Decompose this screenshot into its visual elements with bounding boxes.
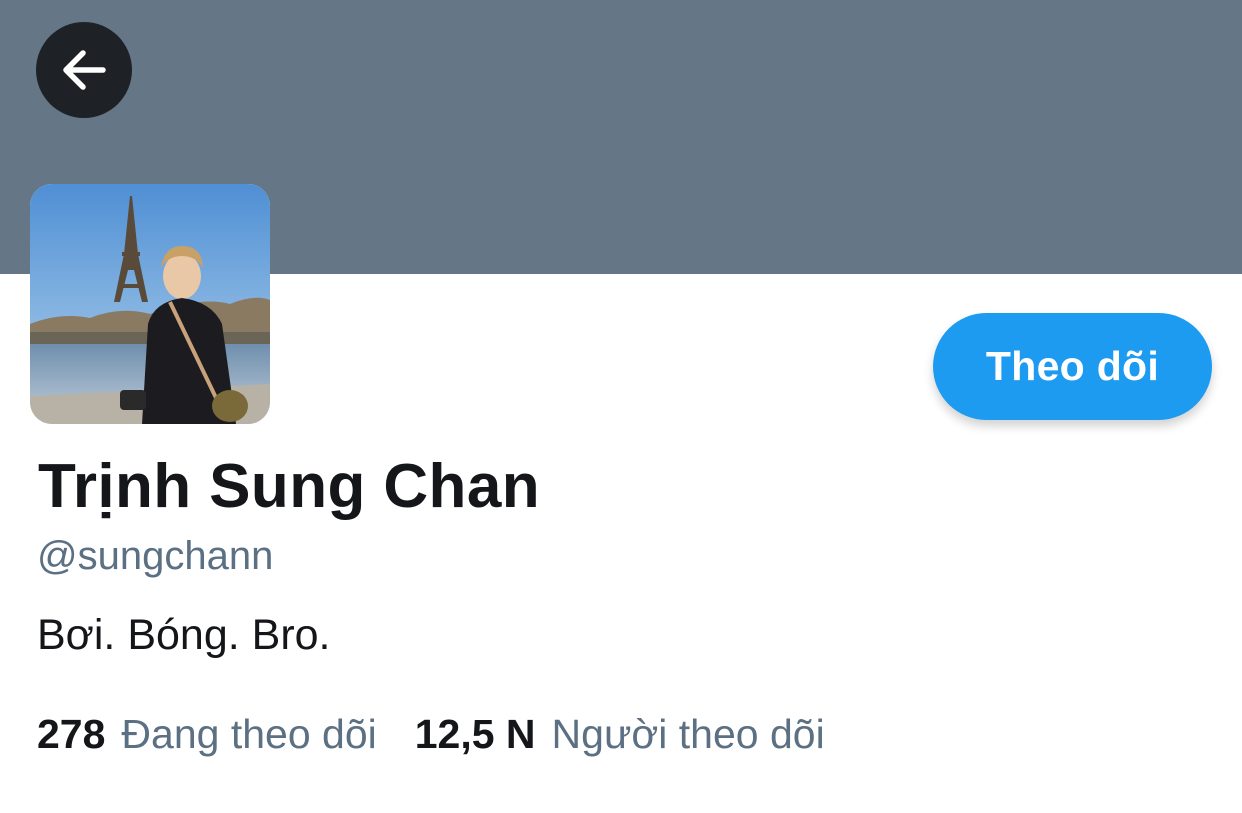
follow-button[interactable]: Theo dõi (933, 313, 1212, 420)
back-button[interactable] (36, 22, 132, 118)
arrow-left-icon (63, 50, 106, 90)
display-name: Trịnh Sung Chan (38, 452, 540, 521)
profile-stats: 278 Đang theo dõi 12,5 N Người theo dõi (37, 714, 825, 755)
avatar[interactable] (30, 184, 270, 424)
following-stat[interactable]: 278 Đang theo dõi (37, 714, 377, 755)
user-handle: @sungchann (37, 534, 274, 578)
followers-stat[interactable]: 12,5 N Người theo dõi (415, 714, 825, 755)
followers-count: 12,5 N (414, 711, 536, 757)
following-label: Đang theo dõi (121, 711, 377, 757)
profile-page: Theo dõi Trịnh Sung Chan @sungchann Bơi.… (0, 0, 1242, 813)
profile-bio: Bơi. Bóng. Bro. (37, 611, 331, 659)
following-count: 278 (37, 711, 106, 757)
followers-label: Người theo dõi (551, 711, 825, 757)
avatar-photo (30, 184, 270, 424)
